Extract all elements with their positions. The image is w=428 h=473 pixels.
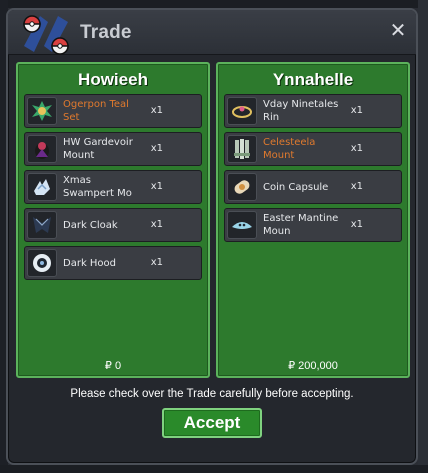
money-offer-right: ₽ 200,000	[288, 360, 338, 372]
trade-item[interactable]: Celesteela Mount x1	[224, 132, 402, 166]
title-bar[interactable]: Trade ✕	[8, 10, 416, 55]
celesteela-mount-icon	[227, 135, 257, 163]
item-quantity: x1	[350, 219, 363, 230]
dark-cloak-icon	[27, 211, 57, 239]
item-name: Easter Mantine Moun	[263, 213, 339, 237]
item-name: Dark Cloak	[63, 220, 118, 231]
background-right	[418, 0, 428, 473]
item-quantity: x1	[150, 257, 163, 268]
trade-logo-icon	[23, 15, 69, 55]
item-quantity: x1	[350, 105, 363, 116]
trade-item[interactable]: Dark Cloak x1	[24, 208, 202, 242]
player-name-right: Ynnahelle	[272, 70, 354, 89]
hw-gardevoir-mount-icon	[27, 135, 57, 163]
offer-panel-howieeh: Howieeh Ogerpon Teal Set x1 HW Gardevoir…	[16, 62, 210, 378]
trade-item[interactable]: Xmas Swampert Mo x1	[24, 170, 202, 204]
item-name: Vday Ninetales Rin	[263, 99, 339, 123]
item-name: Ogerpon Teal Set	[63, 99, 129, 123]
dark-hood-icon	[27, 249, 57, 277]
trade-item[interactable]: Coin Capsule x1	[224, 170, 402, 204]
item-quantity: x1	[350, 181, 363, 192]
item-name: Dark Hood	[63, 258, 117, 269]
accept-button[interactable]: Accept	[162, 408, 262, 438]
offer-panel-ynnahelle: Ynnahelle Vday Ninetales Rin x1 Celestee…	[216, 62, 410, 378]
background-top	[0, 0, 428, 8]
vday-ninetales-ring-icon	[227, 97, 257, 125]
trade-item[interactable]: Ogerpon Teal Set x1	[24, 94, 202, 128]
item-name: Coin Capsule	[263, 182, 329, 193]
item-quantity: x1	[150, 181, 163, 192]
offer-items-left: Ogerpon Teal Set x1 HW Gardevoir Mount x…	[24, 94, 202, 284]
close-icon[interactable]: ✕	[388, 20, 408, 40]
trade-item[interactable]: Easter Mantine Moun x1	[224, 208, 402, 242]
item-quantity: x1	[150, 105, 163, 116]
item-quantity: x1	[150, 219, 163, 230]
item-quantity: x1	[150, 143, 163, 154]
offer-items-right: Vday Ninetales Rin x1 Celesteela Mount x…	[224, 94, 402, 246]
coin-capsule-icon	[227, 173, 257, 201]
easter-mantine-mount-icon	[227, 211, 257, 239]
xmas-swampert-mount-icon	[27, 173, 57, 201]
trade-window: Trade ✕ Howieeh Ogerpon Teal Set x1 HW G…	[6, 8, 418, 465]
item-name: Celesteela Mount	[263, 137, 316, 161]
item-name: Xmas Swampert Mo	[63, 175, 132, 199]
ogerpon-teal-set-icon	[27, 97, 57, 125]
trade-item[interactable]: Vday Ninetales Rin x1	[224, 94, 402, 128]
money-offer-left: ₽ 0	[104, 360, 122, 372]
background-bottom	[0, 465, 428, 473]
player-name-left: Howieeh	[78, 70, 148, 89]
item-name: HW Gardevoir Mount	[63, 137, 133, 161]
window-title: Trade	[80, 22, 132, 43]
trade-notice: Please check over the Trade carefully be…	[70, 388, 354, 400]
trade-item[interactable]: HW Gardevoir Mount x1	[24, 132, 202, 166]
item-quantity: x1	[350, 143, 363, 154]
trade-item[interactable]: Dark Hood x1	[24, 246, 202, 280]
